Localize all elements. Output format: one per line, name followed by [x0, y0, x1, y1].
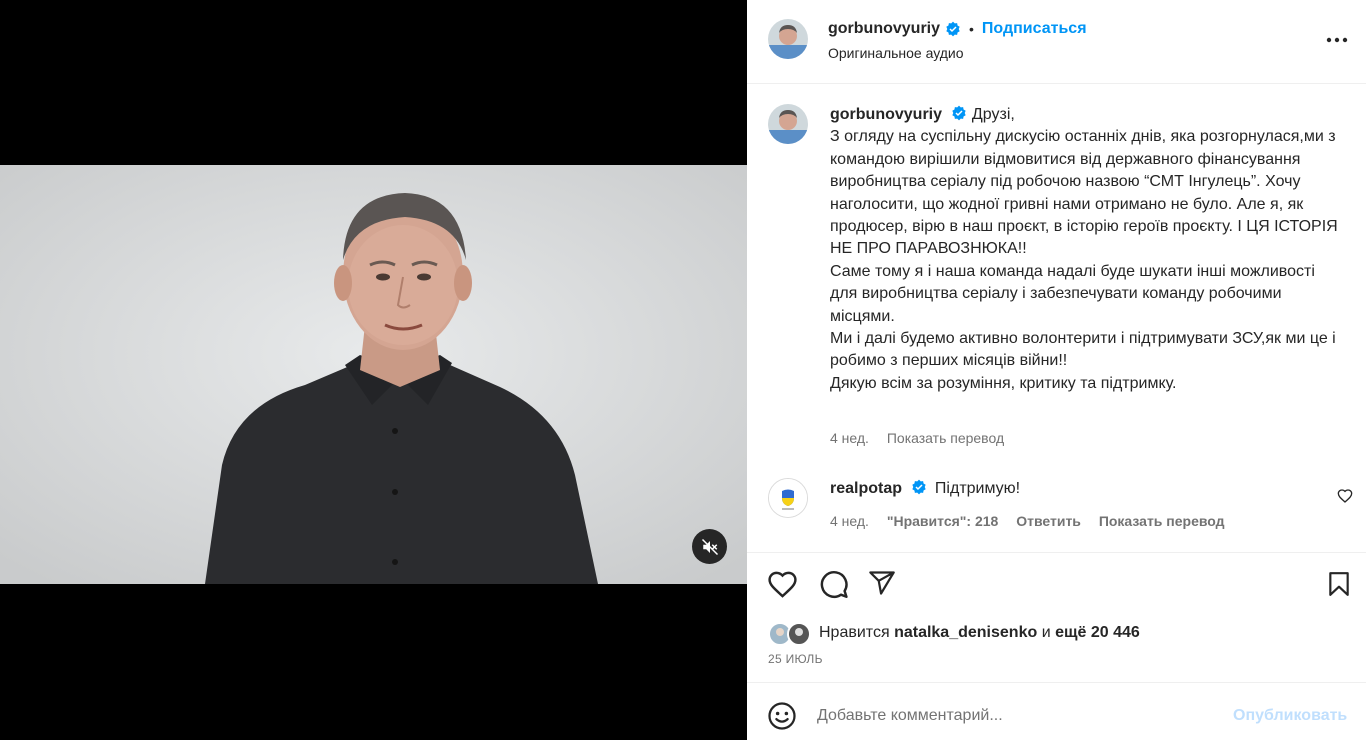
- reply-button[interactable]: Ответить: [1016, 513, 1081, 529]
- avatar: [768, 104, 808, 144]
- divider: [747, 552, 1366, 553]
- like-heart-icon[interactable]: [767, 569, 798, 600]
- likes-prefix: Нравится: [819, 624, 890, 641]
- comment: realpotap Підтримую!: [830, 479, 1020, 498]
- comment-like-heart-icon[interactable]: [1337, 488, 1353, 504]
- caption-age[interactable]: 4 нед.: [830, 430, 869, 446]
- caption-translate-link[interactable]: Показать перевод: [887, 430, 1004, 446]
- media-area: [0, 0, 747, 740]
- comment-meta: 4 нед. "Нравится": 218 Ответить Показать…: [830, 513, 1239, 529]
- comment-text: Підтримую!: [934, 480, 1021, 497]
- caption-author-avatar[interactable]: [768, 104, 808, 144]
- caption-line: З огляду на суспільну дискусію останніх …: [830, 128, 1338, 258]
- more-options-icon[interactable]: [1322, 28, 1352, 52]
- emoji-icon[interactable]: [767, 701, 797, 731]
- post-header: gorbunovyuriy • Подписаться Оригинальное…: [747, 0, 1366, 84]
- caption-line: Ми і далі будемо активно волонтерити і п…: [830, 330, 1336, 370]
- comment-likes-count[interactable]: "Нравится": 218: [887, 513, 998, 529]
- original-audio-link[interactable]: Оригинальное аудио: [828, 45, 964, 61]
- avatar: [768, 19, 808, 59]
- mute-button[interactable]: [692, 529, 727, 564]
- author-username[interactable]: gorbunovyuriy: [828, 20, 940, 38]
- video-player[interactable]: [0, 165, 747, 584]
- comment-bubble-icon[interactable]: [818, 569, 849, 600]
- liker-username[interactable]: natalka_denisenko: [894, 624, 1037, 641]
- header-line: gorbunovyuriy • Подписаться: [828, 20, 1087, 38]
- caption-line: Дякую всім за розуміння, критику та підт…: [830, 374, 1177, 392]
- publish-button[interactable]: Опубликовать: [1233, 707, 1347, 725]
- comment-translate-link[interactable]: Показать перевод: [1099, 513, 1225, 529]
- likes-connector: и: [1041, 624, 1051, 641]
- author-avatar[interactable]: [768, 19, 808, 59]
- separator-dot: •: [969, 21, 974, 37]
- caption-meta: 4 нед. Показать перевод: [830, 430, 1018, 446]
- verified-badge-icon: [912, 479, 927, 495]
- share-send-icon[interactable]: [868, 569, 896, 597]
- likes-summary: Нравится natalka_denisenko и ещё 20 446: [819, 624, 1140, 642]
- liker-avatars[interactable]: [768, 622, 814, 646]
- commenter-avatar[interactable]: [768, 478, 808, 518]
- commenter-username[interactable]: realpotap: [830, 480, 902, 497]
- divider: [747, 682, 1366, 683]
- save-bookmark-icon[interactable]: [1326, 570, 1352, 598]
- muted-speaker-icon: [701, 538, 718, 555]
- video-frame: [0, 165, 747, 584]
- verified-badge-icon: [946, 21, 960, 37]
- comment-input[interactable]: [817, 703, 1217, 729]
- post-caption: gorbunovyuriy Друзі, З огляду на суспіль…: [830, 104, 1340, 395]
- comment-age[interactable]: 4 нед.: [830, 513, 869, 529]
- caption-line: Саме тому я і наша команда надалі буде ш…: [830, 262, 1315, 325]
- post-date[interactable]: 25 ИЮЛЬ: [768, 652, 823, 666]
- avatar: [768, 622, 811, 646]
- verified-badge-icon: [952, 105, 967, 121]
- avatar: [769, 479, 807, 517]
- caption-username[interactable]: gorbunovyuriy: [830, 106, 942, 123]
- follow-button[interactable]: Подписаться: [982, 20, 1087, 38]
- caption-line: Друзі,: [971, 106, 1015, 123]
- post-panel: gorbunovyuriy • Подписаться Оригинальное…: [747, 0, 1366, 740]
- likes-count-link[interactable]: ещё 20 446: [1055, 624, 1140, 641]
